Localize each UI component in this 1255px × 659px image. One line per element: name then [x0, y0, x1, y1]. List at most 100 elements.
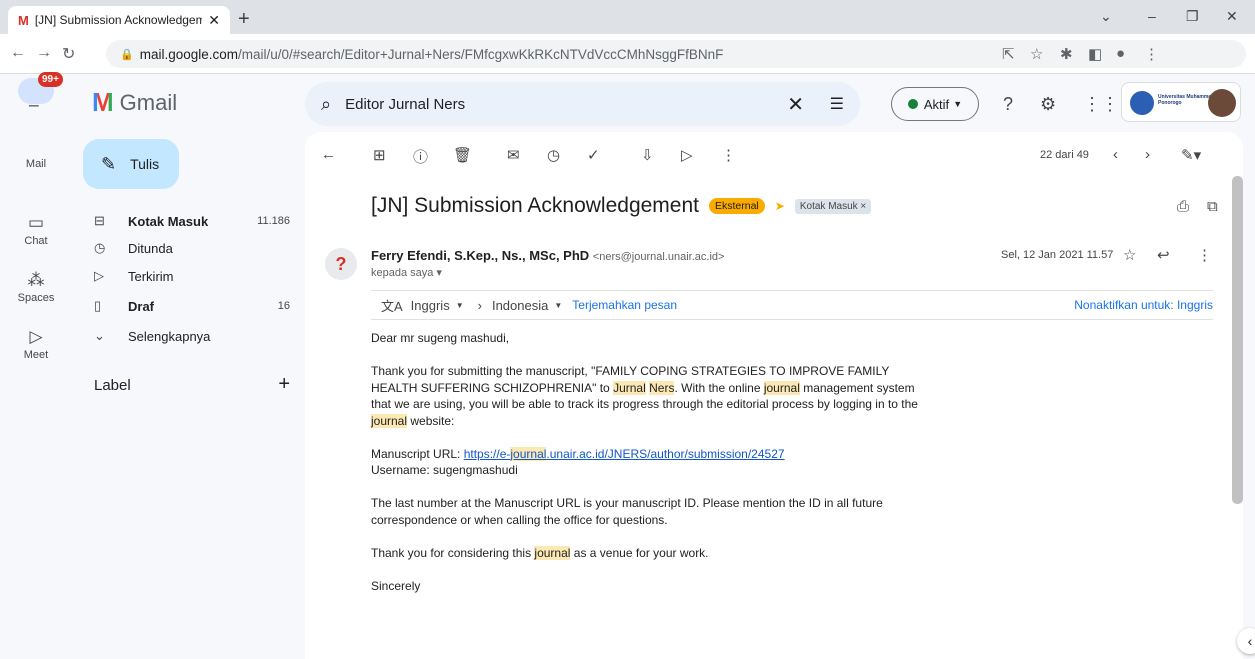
- browser-tab[interactable]: M [JN] Submission Acknowledgeme ✕: [8, 6, 230, 34]
- search-input[interactable]: Editor Jurnal Ners: [345, 96, 465, 113]
- settings-gear-icon[interactable]: ⚙: [1040, 94, 1056, 115]
- spaces-icon: ⁂: [27, 270, 45, 289]
- reply-icon[interactable]: ↩: [1157, 246, 1170, 264]
- sender-email: <ners@journal.unair.ac.id>: [592, 251, 725, 263]
- older-chevron-icon[interactable]: ›: [1145, 146, 1150, 163]
- search-icon[interactable]: ⌕: [321, 94, 331, 115]
- pencil-icon: ✎: [101, 153, 117, 174]
- message-more-icon[interactable]: ⋮: [1197, 246, 1212, 264]
- browser-menu-icon[interactable]: ⋮: [1144, 45, 1159, 63]
- sidebar-item-more[interactable]: ⌄ Selengkapnya: [94, 324, 290, 348]
- print-icon[interactable]: ⎙: [1177, 198, 1189, 215]
- sidebar-item-label: Terkirim: [128, 268, 174, 284]
- sidebar-item-snoozed[interactable]: ◷ Ditunda: [94, 236, 290, 260]
- report-spam-icon[interactable]: ⓘ: [413, 146, 428, 167]
- profile-icon[interactable]: ●: [1116, 45, 1125, 62]
- message-body: Dear mr sugeng mashudi, Thank you for su…: [371, 330, 931, 611]
- rail-item-spaces[interactable]: ⁂ Spaces: [0, 270, 72, 304]
- meet-icon: ▷: [29, 327, 43, 346]
- sidebar-item-inbox[interactable]: ⊟ Kotak Masuk 11.186: [94, 209, 290, 233]
- delete-icon[interactable]: 🗑: [453, 146, 472, 164]
- address-bar[interactable]: 🔒 mail.google.com/mail/u/0/#search/Edito…: [106, 40, 1246, 68]
- minimize-button[interactable]: –: [1148, 8, 1156, 24]
- compose-button[interactable]: ✎ Tulis: [83, 139, 179, 189]
- body-paragraph-4: Thank you for considering this journal a…: [371, 545, 709, 560]
- rail-label-chat: Chat: [24, 235, 48, 247]
- move-to-icon[interactable]: ⇩: [641, 146, 654, 164]
- gmail-favicon-icon: M: [18, 12, 29, 28]
- share-icon[interactable]: ⇱: [1002, 45, 1015, 63]
- source-language-select[interactable]: Inggris: [411, 298, 450, 313]
- snooze-icon[interactable]: ◷: [547, 146, 560, 164]
- disable-translate-link[interactable]: Nonaktifkan untuk: Inggris: [1074, 298, 1213, 312]
- sender-line: Ferry Efendi, S.Kep., Ns., MSc, PhD <ner…: [371, 248, 724, 263]
- sidebar-item-drafts[interactable]: ▯ Draf 16: [94, 294, 290, 318]
- search-options-icon[interactable]: ☰: [830, 94, 844, 114]
- close-window-button[interactable]: ✕: [1226, 8, 1238, 25]
- target-language-select[interactable]: Indonesia: [492, 298, 548, 313]
- rail-label-meet: Meet: [23, 349, 49, 361]
- search-bar[interactable]: ⌕ Editor Jurnal Ners ✕ ☰: [305, 82, 860, 126]
- bookmark-star-icon[interactable]: ☆: [1030, 45, 1043, 63]
- sidebar-item-label: Ditunda: [128, 240, 173, 256]
- forward-icon[interactable]: →: [36, 44, 52, 62]
- status-dropdown[interactable]: Aktif ▼: [891, 87, 979, 121]
- sender-avatar[interactable]: ?: [325, 248, 357, 280]
- more-options-icon[interactable]: ⋮: [721, 146, 736, 164]
- greeting: Dear mr sugeng mashudi,: [371, 331, 510, 345]
- inbox-label-chip[interactable]: Kotak Masuk ×: [794, 198, 872, 214]
- extensions-icon[interactable]: ✱: [1060, 45, 1073, 63]
- rail-item-mail[interactable]: Mail: [0, 158, 72, 170]
- message-subject: [JN] Submission Acknowledgement Eksterna…: [371, 194, 872, 218]
- sidebar-item-sent[interactable]: ▷ Terkirim: [94, 264, 290, 288]
- clear-search-icon[interactable]: ✕: [787, 92, 804, 117]
- rail-item-meet[interactable]: ▷ Meet: [0, 327, 72, 361]
- reload-icon[interactable]: ↻: [62, 44, 75, 64]
- close-tab-icon[interactable]: ✕: [208, 12, 220, 29]
- sidebar-item-count: 11.186: [257, 215, 290, 227]
- caret-down-icon: ▼: [455, 300, 464, 310]
- closing: Sincerely: [371, 578, 421, 593]
- gmail-logo[interactable]: M Gmail: [92, 87, 177, 118]
- draft-icon: ▯: [94, 298, 102, 313]
- star-icon[interactable]: ☆: [1123, 246, 1136, 264]
- input-tools-icon[interactable]: ✎▾: [1181, 146, 1201, 164]
- archive-icon[interactable]: ⊞: [373, 146, 386, 164]
- label-icon[interactable]: ▷: [681, 146, 693, 164]
- manuscript-url-link[interactable]: https://e-journal.unair.ac.id/JNERS/auth…: [464, 446, 785, 461]
- add-label-icon[interactable]: +: [278, 374, 290, 394]
- newer-chevron-icon[interactable]: ‹: [1113, 146, 1118, 163]
- back-icon[interactable]: ←: [10, 44, 26, 62]
- chat-icon: ▭: [27, 213, 45, 232]
- tab-search-icon[interactable]: ⌄: [1100, 8, 1112, 25]
- lock-icon: 🔒: [120, 48, 134, 61]
- inbox-icon: ⊟: [94, 213, 105, 228]
- chevron-down-icon: ⌄: [94, 328, 105, 343]
- browser-tab-strip: M [JN] Submission Acknowledgeme ✕ + ⌄ – …: [0, 0, 1255, 34]
- labels-header: Label +: [94, 374, 290, 394]
- mark-unread-icon[interactable]: ✉: [507, 146, 520, 164]
- body-paragraph-3: The last number at the Manuscript URL is…: [371, 496, 883, 527]
- side-panel-icon[interactable]: ◧: [1088, 45, 1102, 63]
- send-icon: ▷: [94, 268, 104, 283]
- importance-marker-icon[interactable]: ➤: [775, 199, 785, 213]
- help-icon[interactable]: ?: [1003, 94, 1013, 115]
- scrollbar-thumb[interactable]: [1232, 176, 1243, 504]
- sender-name[interactable]: Ferry Efendi, S.Kep., Ns., MSc, PhD: [371, 248, 589, 263]
- compose-label: Tulis: [130, 156, 160, 172]
- avatar[interactable]: [1208, 89, 1236, 117]
- rail-item-chat[interactable]: ▭ Chat: [0, 213, 72, 247]
- back-to-search-icon[interactable]: ←: [321, 146, 336, 163]
- status-label: Aktif: [923, 96, 950, 112]
- external-badge: Eksternal: [709, 198, 765, 214]
- translate-message-link[interactable]: Terjemahkan pesan: [572, 298, 677, 312]
- open-new-window-icon[interactable]: ⧉: [1207, 198, 1218, 215]
- recipient-details[interactable]: kepada saya ▾: [371, 266, 442, 279]
- add-task-icon[interactable]: ✓: [587, 146, 600, 164]
- sidebar-item-label: Draf: [128, 298, 155, 314]
- sidebar-item-label: Kotak Masuk: [128, 213, 209, 229]
- restore-button[interactable]: ❐: [1186, 8, 1199, 25]
- account-switcher[interactable]: Universitas Muhammadiyah Ponorogo: [1121, 82, 1241, 122]
- new-tab-button[interactable]: +: [238, 8, 250, 31]
- arrow-right-icon: ›: [477, 297, 482, 313]
